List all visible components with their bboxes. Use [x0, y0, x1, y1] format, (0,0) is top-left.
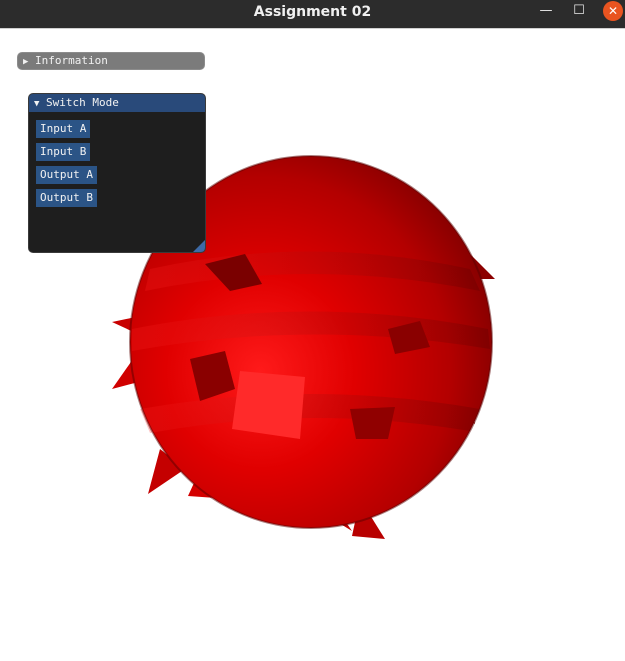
close-icon[interactable]: ✕: [603, 1, 623, 21]
collapse-arrow-icon: ▶: [23, 57, 29, 67]
minimize-icon[interactable]: —: [534, 0, 558, 24]
switch-mode-header[interactable]: ▼ Switch Mode: [29, 94, 205, 112]
switch-mode-body: Input A Input B Output A Output B: [29, 112, 205, 207]
input-b-button[interactable]: Input B: [36, 143, 91, 161]
maximize-icon[interactable]: ☐: [567, 0, 591, 24]
mesh-dent: [350, 407, 395, 439]
window-titlebar[interactable]: Assignment 02 — ☐ ✕: [0, 0, 625, 28]
switch-mode-panel[interactable]: ▼ Switch Mode Input A Input B Output A Ou…: [28, 93, 206, 253]
information-panel-header[interactable]: ▶ Information: [17, 52, 205, 70]
window-title: Assignment 02: [253, 4, 372, 20]
mesh-highlight: [232, 371, 305, 439]
information-label: Information: [35, 54, 108, 67]
input-a-button[interactable]: Input A: [36, 120, 91, 138]
resize-grip-icon[interactable]: [193, 240, 205, 252]
output-a-button[interactable]: Output A: [36, 166, 97, 184]
output-b-button[interactable]: Output B: [36, 189, 97, 207]
switch-mode-label: Switch Mode: [46, 96, 119, 109]
expand-arrow-icon: ▼: [34, 99, 40, 109]
